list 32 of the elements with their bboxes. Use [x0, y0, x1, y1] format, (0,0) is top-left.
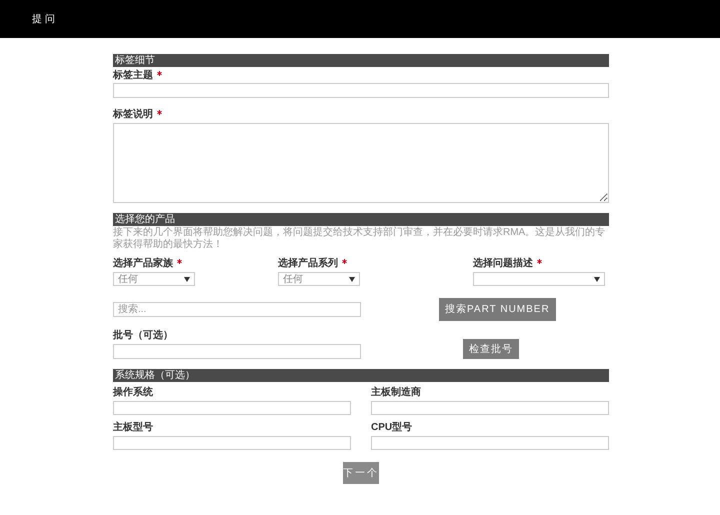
intro-text: 接下来的几个界面将帮助您解决问题，将问题提交给技术支持部门审查，并在必要时请求RMA。这是从我们的专家获得帮助的最快方法！	[113, 227, 606, 251]
field-label: 标签主题	[113, 69, 153, 82]
header-title: 提 问	[32, 12, 55, 26]
text-input[interactable]	[113, 401, 351, 415]
section-heading: 选择您的产品	[113, 213, 609, 226]
field-label: 批号（可选）	[113, 329, 173, 342]
caret-icon	[594, 276, 600, 282]
dropdown[interactable]: 任何	[278, 272, 360, 286]
batch-input[interactable]	[113, 344, 361, 359]
caret-icon	[184, 276, 190, 282]
check-batch-button[interactable]: 检查批号	[463, 339, 519, 359]
search-input[interactable]: 搜索...	[113, 302, 361, 317]
text-input[interactable]	[371, 436, 609, 450]
subject-input[interactable]	[113, 83, 609, 98]
field-label: 操作系统	[113, 386, 153, 399]
field-label: 选择问题描述	[473, 257, 533, 270]
field-label: 选择产品家族	[113, 257, 173, 270]
section-heading: 标签细节	[113, 54, 609, 67]
dropdown[interactable]: 任何	[113, 272, 195, 286]
field-label: 主板型号	[113, 421, 153, 434]
field-label: 主板制造商	[371, 386, 421, 399]
description-textarea[interactable]	[113, 123, 609, 203]
field-label: CPU型号	[371, 421, 412, 434]
section-heading: 系统规格（可选）	[113, 369, 609, 382]
caret-icon	[349, 276, 355, 282]
dropdown[interactable]	[473, 272, 605, 286]
field-label: 标签说明	[113, 108, 153, 121]
search-part-number-button[interactable]: 搜索PART NUMBER	[439, 298, 556, 321]
field-label: 选择产品系列	[278, 257, 338, 270]
text-input[interactable]	[113, 436, 351, 450]
next-button[interactable]: 下一个	[343, 462, 379, 484]
text-input[interactable]	[371, 401, 609, 415]
